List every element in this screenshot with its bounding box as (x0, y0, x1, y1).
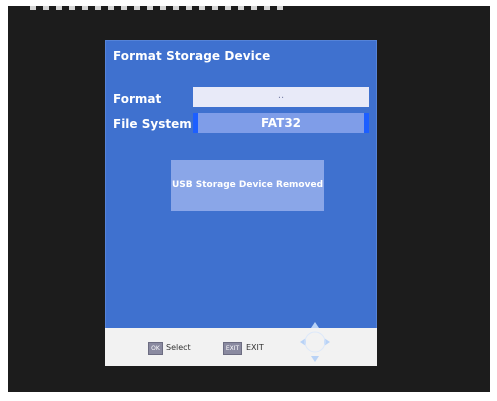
exit-key-icon: EXIT (223, 342, 242, 355)
dialog-title: Format Storage Device (113, 49, 271, 63)
format-field[interactable]: .. (193, 87, 369, 107)
file-system-label: File System (113, 117, 192, 131)
select-hint-label: Select (166, 343, 191, 352)
format-label: Format (113, 92, 162, 106)
file-system-selector[interactable]: FAT32 (193, 113, 369, 133)
footer-help-bar: OK Select EXIT EXIT (105, 322, 377, 366)
status-message-box: USB Storage Device Removed (171, 160, 324, 211)
arrow-left-icon[interactable] (193, 113, 198, 133)
arrow-right-icon[interactable] (364, 113, 369, 133)
format-storage-dialog: Format Storage Device Format .. File Sys… (105, 40, 377, 366)
tv-screen: Format Storage Device Format .. File Sys… (8, 6, 490, 392)
file-system-value: FAT32 (260, 116, 302, 130)
exit-hint-label: EXIT (246, 343, 264, 352)
direction-pad-icon (300, 322, 330, 362)
top-dashed-strip (30, 6, 290, 10)
ok-key-icon: OK (148, 342, 163, 355)
